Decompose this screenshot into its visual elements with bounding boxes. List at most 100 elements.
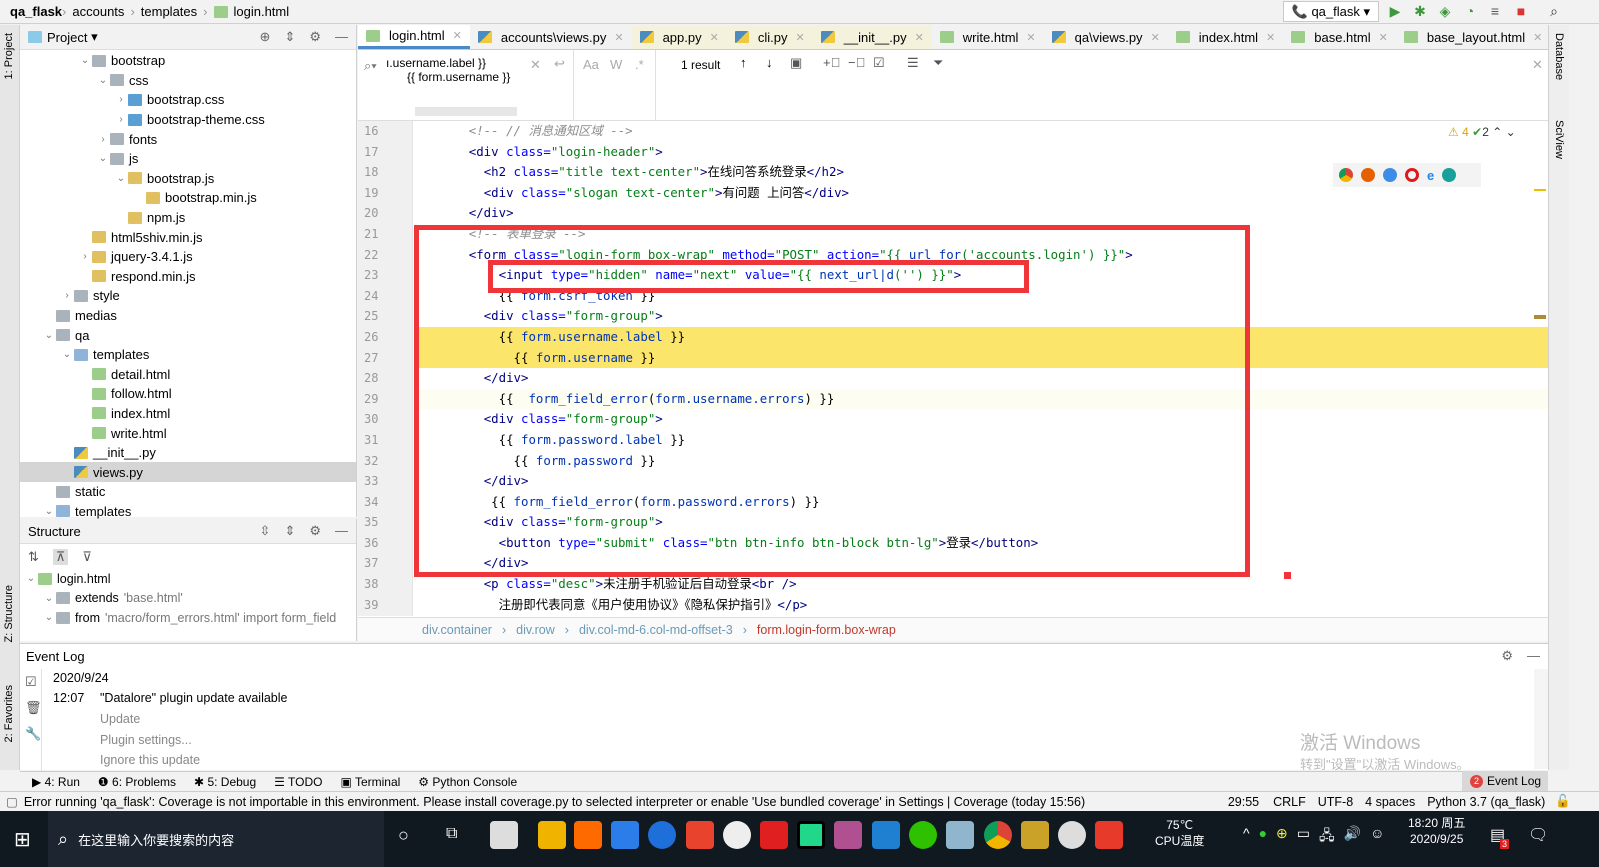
code-line[interactable]: <p class="desc">未注册手机验证后自动登录<br /> (414, 574, 1548, 595)
ie-icon[interactable] (648, 821, 676, 849)
structure-item[interactable]: ⌄ extends 'base.html' (20, 589, 356, 609)
tree-item[interactable]: follow.html (20, 384, 356, 404)
breadcrumb-item[interactable]: div.row (516, 623, 555, 637)
wrench-icon[interactable]: 🔧 (25, 721, 41, 747)
show-inherited-icon[interactable]: ⊽ (82, 549, 92, 565)
ie-icon[interactable]: e (1427, 168, 1434, 183)
chrome-icon[interactable] (1339, 168, 1353, 182)
filter-icon[interactable]: ⏷ (933, 55, 943, 71)
tree-item[interactable]: bootstrap.min.js (20, 188, 356, 208)
chevron-down-icon[interactable]: ⌄ (96, 75, 110, 86)
network-icon[interactable]: 🖧 (1319, 825, 1335, 849)
run-configuration-select[interactable]: 📞 qa_flask ▾ (1282, 1, 1379, 22)
sogou-icon[interactable] (1095, 821, 1123, 849)
options-icon[interactable]: ☰ (907, 55, 919, 71)
editor-tab[interactable]: qa\views.py ✕ (1044, 25, 1168, 49)
select-all-icon[interactable]: ▣ (790, 55, 802, 71)
app-icon-orange[interactable] (574, 821, 602, 849)
app-icon-github[interactable] (723, 821, 751, 849)
warning-stripe[interactable] (1534, 189, 1546, 191)
tree-item[interactable]: medias (20, 306, 356, 326)
structure-tool-tab[interactable]: Z: Structure (3, 585, 15, 642)
status-message[interactable]: Error running 'qa_flask': Coverage is no… (24, 795, 1194, 809)
newline-icon[interactable]: ↩ (554, 56, 565, 72)
crumb-file[interactable]: login.html (234, 4, 290, 19)
task-view-icon[interactable]: ⧉ (446, 825, 457, 843)
stop-icon[interactable]: ■ (1513, 3, 1529, 19)
tool-window-button[interactable]: ❶ 6: Problems (98, 775, 176, 789)
edge-icon[interactable] (1442, 168, 1457, 182)
sciview-tool-tab[interactable]: SciView (1553, 120, 1565, 159)
close-tab-icon[interactable]: ✕ (1026, 31, 1035, 44)
locate-icon[interactable]: ⊕ (260, 29, 271, 45)
editor-tab[interactable]: __init__.py ✕ (812, 25, 932, 49)
battery-icon[interactable]: ▭ (1297, 825, 1310, 849)
editor-tab[interactable]: index.html ✕ (1168, 25, 1283, 49)
close-tab-icon[interactable]: ✕ (453, 29, 462, 42)
next-occurrence-icon[interactable]: ↓ (766, 55, 773, 70)
line-separator[interactable]: CRLF (1273, 795, 1306, 809)
opera-icon[interactable] (1405, 168, 1419, 182)
show-hidden-icons[interactable]: ^ (1243, 825, 1250, 849)
chevron-down-icon[interactable]: ⌄ (60, 349, 74, 360)
code-line[interactable]: <div class="login-header"> (414, 142, 1548, 163)
pycharm-icon[interactable] (797, 821, 825, 849)
chevron-down-icon[interactable]: ⌄ (42, 506, 56, 517)
tree-item[interactable]: write.html (20, 423, 356, 443)
close-tab-icon[interactable]: ✕ (1533, 31, 1542, 44)
tree-item[interactable]: ⌄ bootstrap (20, 51, 356, 71)
minimize-icon[interactable]: — (335, 29, 348, 45)
windows-start-icon[interactable]: ⊞ (14, 827, 31, 852)
plus-tray-icon[interactable]: ⊕ (1276, 825, 1288, 849)
status-toggle-icon[interactable]: ▢ (6, 794, 18, 809)
clear-search-icon[interactable]: ✕ (530, 57, 541, 73)
toggle-all-icon[interactable]: ☑ (873, 55, 885, 71)
plugin-settings-link[interactable]: Plugin settings... (100, 733, 192, 747)
app-icon-php[interactable] (1058, 821, 1086, 849)
build-icon[interactable]: ≡ (1487, 3, 1503, 19)
editor-tab[interactable]: login.html ✕ (358, 25, 470, 49)
chevron-down-icon[interactable]: ⌄ (114, 173, 128, 184)
firefox-icon[interactable] (1361, 168, 1375, 182)
clock[interactable]: 18:20 周五 2020/9/25 (1408, 815, 1465, 847)
search-everywhere-icon[interactable]: ⌕ (1546, 3, 1562, 19)
editor-tab[interactable]: write.html ✕ (932, 25, 1044, 49)
chevron-down-icon[interactable]: ⌄ (78, 55, 92, 66)
ignore-update-link[interactable]: Ignore this update (100, 753, 200, 767)
remove-occurrence-icon[interactable]: −⃞ (848, 55, 865, 70)
collapse-icon[interactable]: ⇕ (284, 523, 295, 539)
tool-window-button[interactable]: ⚙ Python Console (418, 775, 517, 789)
project-tool-tab[interactable]: 1: Project (3, 33, 15, 79)
tool-window-button[interactable]: ▶ 4: Run (32, 775, 80, 789)
tool-window-button[interactable]: ▣ Terminal (340, 775, 400, 789)
wechat-tray-icon[interactable]: ● (1259, 825, 1267, 849)
minimize-icon[interactable]: — (1527, 648, 1540, 664)
editor-tab[interactable]: base_layout.html ✕ (1396, 25, 1551, 49)
tree-item[interactable]: views.py (20, 462, 356, 483)
tree-item[interactable]: __init__.py (20, 443, 356, 463)
show-fields-icon[interactable]: ⊼ (52, 548, 69, 565)
wps-icon[interactable] (611, 821, 639, 849)
breadcrumb-item[interactable]: div.container (422, 623, 492, 637)
update-link[interactable]: Update (100, 712, 140, 726)
editor-tab[interactable]: app.py ✕ (631, 25, 727, 49)
close-tab-icon[interactable]: ✕ (1379, 31, 1388, 44)
lock-icon[interactable]: 🔓 (1555, 794, 1571, 809)
chevron-down-icon[interactable]: ⌄ (42, 612, 56, 623)
search-input[interactable]: ı.username.label }} {{ form.username }} (386, 56, 572, 84)
cortana-icon[interactable]: ○ (398, 825, 409, 846)
app-icon-notepad[interactable] (946, 821, 974, 849)
xmind-icon[interactable] (686, 821, 714, 849)
breadcrumb-item[interactable]: form.login-form.box-wrap (757, 623, 896, 637)
app-icon-blue[interactable] (872, 821, 900, 849)
previous-occurrence-icon[interactable]: ↑ (740, 55, 747, 70)
gear-icon[interactable]: ⚙ (309, 29, 321, 45)
tree-item[interactable]: ⌄ js (20, 149, 356, 169)
tree-item[interactable]: › jquery-3.4.1.js (20, 247, 356, 267)
gear-icon[interactable]: ⚙ (1501, 648, 1513, 664)
tree-item[interactable]: detail.html (20, 365, 356, 385)
debug-icon[interactable]: ✱ (1412, 3, 1428, 19)
tree-item[interactable]: html5shiv.min.js (20, 227, 356, 247)
chevron-right-icon[interactable]: › (96, 134, 110, 145)
tree-item[interactable]: ⌄ css (20, 71, 356, 91)
